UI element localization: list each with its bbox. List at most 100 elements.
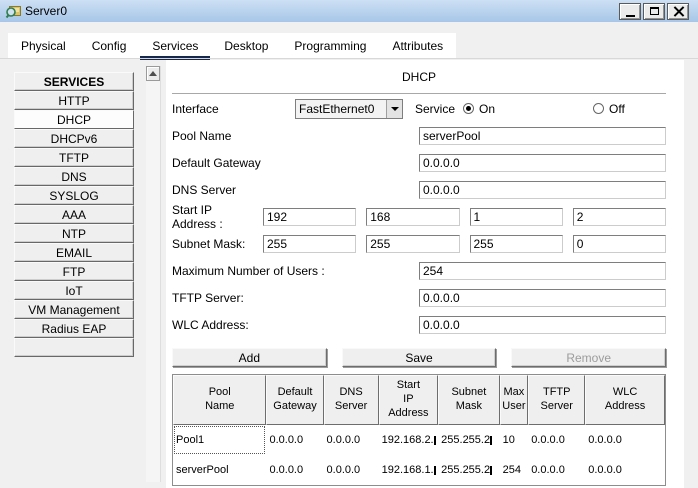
table-row[interactable]: serverPool 0.0.0.0 0.0.0.0 192.168.1. 255.25…: [173, 455, 665, 485]
start-ip-octet-3[interactable]: [469, 207, 563, 226]
wlc-address-input[interactable]: [419, 315, 666, 334]
add-button[interactable]: Add: [172, 348, 327, 367]
max-users-row: Maximum Number of Users :: [172, 257, 666, 284]
table-cell[interactable]: 0.0.0.0: [585, 425, 665, 455]
table-cell[interactable]: 0.0.0.0: [266, 455, 323, 485]
subnet-mask-octet-1[interactable]: [263, 234, 357, 253]
wlc-address-row: WLC Address:: [172, 311, 666, 338]
pool-name-input[interactable]: [419, 126, 666, 145]
start-ip-label: Start IP Address :: [172, 202, 223, 231]
chevron-down-icon[interactable]: [386, 99, 402, 118]
subnet-mask-octet-4[interactable]: [572, 234, 666, 253]
tftp-server-row: TFTP Server:: [172, 284, 666, 311]
sidebar-item-radius-eap[interactable]: Radius EAP: [14, 319, 134, 338]
pool-name-row: Pool Name: [172, 122, 666, 149]
table-cell[interactable]: 0.0.0.0: [324, 425, 379, 455]
start-ip-row: Start IP Address :: [172, 202, 666, 231]
sidebar-item-email[interactable]: EMAIL: [14, 243, 134, 262]
table-cell[interactable]: 0.0.0.0: [528, 455, 585, 485]
maximize-icon: [649, 7, 659, 15]
sidebar-item-vm-management[interactable]: VM Management: [14, 300, 134, 319]
table-cell[interactable]: 192.168.1.: [379, 455, 439, 485]
table-cell[interactable]: 0.0.0.0: [266, 425, 323, 455]
default-gateway-label: Default Gateway: [172, 155, 261, 170]
service-off-radio[interactable]: [593, 103, 605, 114]
table-cell[interactable]: 255.255.2: [438, 425, 500, 455]
subnet-mask-octet-2[interactable]: [366, 234, 460, 253]
start-ip-octet-4[interactable]: [572, 207, 666, 226]
sidebar-item-aaa[interactable]: AAA: [14, 205, 134, 224]
default-gateway-input[interactable]: [419, 153, 666, 172]
tab-config[interactable]: Config: [78, 33, 140, 58]
max-users-input[interactable]: [419, 261, 666, 280]
tab-programming[interactable]: Programming: [281, 33, 380, 58]
table-cell[interactable]: 192.168.2.: [379, 425, 439, 455]
dhcp-pool-table: Pool Name Default Gateway DNS Server Start …: [172, 374, 666, 486]
subnet-mask-label: Subnet Mask:: [172, 236, 246, 251]
action-buttons: Add Save Remove: [172, 348, 667, 367]
column-header: WLC Address: [585, 375, 665, 425]
table-body: Pool1 0.0.0.0 0.0.0.0 192.168.2. 255.255.2 10…: [173, 425, 665, 485]
sidebar-item-empty: [14, 338, 134, 357]
table-cell[interactable]: serverPool: [173, 455, 266, 485]
panel-title: DHCP: [401, 70, 436, 84]
sidebar-item-tftp[interactable]: TFTP: [14, 148, 134, 167]
dns-server-label: DNS Server: [172, 182, 237, 197]
service-on-radio[interactable]: [463, 103, 475, 114]
column-header: Subnet Mask: [438, 375, 500, 425]
interface-row: Interface FastEthernet0 Service On Off: [172, 95, 666, 122]
tab-physical[interactable]: Physical: [8, 33, 79, 58]
start-ip-octet-2[interactable]: [366, 207, 460, 226]
table-cell[interactable]: 10: [500, 425, 529, 455]
column-header: Pool Name: [173, 375, 267, 425]
arrow-up-icon: [149, 71, 157, 76]
scroll-up-button[interactable]: [146, 66, 160, 81]
tftp-server-input[interactable]: [419, 288, 666, 307]
tab-bar-divider: [0, 58, 698, 59]
minimize-icon: [625, 14, 635, 17]
sidebar-item-syslog[interactable]: SYSLOG: [14, 186, 134, 205]
subnet-mask-row: Subnet Mask:: [172, 230, 666, 257]
tab-services[interactable]: Services: [139, 33, 212, 60]
tftp-server-label: TFTP Server:: [172, 290, 244, 305]
service-on-label: On: [479, 101, 496, 116]
table-row[interactable]: Pool1 0.0.0.0 0.0.0.0 192.168.2. 255.255.2 10…: [173, 425, 665, 455]
sidebar-scrollbar[interactable]: [146, 66, 161, 482]
table-header-row: Pool Name Default Gateway DNS Server Start …: [173, 375, 665, 425]
window-title: Server0: [25, 4, 68, 18]
tab-desktop[interactable]: Desktop: [211, 33, 282, 58]
tab-attributes[interactable]: Attributes: [379, 33, 457, 58]
table-cell[interactable]: 0.0.0.0: [324, 455, 379, 485]
sidebar-item-dns[interactable]: DNS: [14, 167, 134, 186]
close-icon: [673, 5, 684, 17]
column-header: Default Gateway: [266, 375, 324, 425]
table-cell[interactable]: 0.0.0.0: [585, 455, 665, 485]
table-cell[interactable]: 254: [500, 455, 529, 485]
server-window: Server0 Physical Config Services Desktop Pro…: [0, 0, 698, 488]
table-cell[interactable]: 0.0.0.0: [528, 425, 585, 455]
sidebar-item-dhcp[interactable]: DHCP: [14, 110, 134, 129]
pool-name-label: Pool Name: [172, 128, 232, 143]
close-button[interactable]: [667, 2, 689, 20]
dns-server-input[interactable]: [419, 180, 666, 199]
interface-select[interactable]: FastEthernet0: [295, 98, 403, 119]
table-cell[interactable]: Pool1: [173, 425, 266, 455]
scroll-track[interactable]: [146, 81, 160, 482]
sidebar-item-iot[interactable]: IoT: [14, 281, 134, 300]
start-ip-octet-1[interactable]: [263, 207, 357, 226]
tab-bar: Physical Config Services Desktop Programming…: [8, 33, 457, 60]
subnet-mask-octet-3[interactable]: [469, 234, 563, 253]
window-titlebar[interactable]: Server0: [0, 0, 698, 22]
remove-button[interactable]: Remove: [511, 348, 667, 367]
clipped-text-indicator: [490, 465, 493, 475]
minimize-button[interactable]: [619, 2, 641, 20]
column-header: Max User: [499, 375, 529, 425]
table-cell[interactable]: 255.255.2: [438, 455, 500, 485]
dhcp-panel: DHCP Interface FastEthernet0 Service On …: [166, 60, 684, 488]
sidebar-item-http[interactable]: HTTP: [14, 91, 134, 110]
maximize-button[interactable]: [643, 2, 665, 20]
sidebar-item-ftp[interactable]: FTP: [14, 262, 134, 281]
sidebar-item-dhcpv6[interactable]: DHCPv6: [14, 129, 134, 148]
sidebar-item-ntp[interactable]: NTP: [14, 224, 134, 243]
save-button[interactable]: Save: [341, 348, 497, 367]
